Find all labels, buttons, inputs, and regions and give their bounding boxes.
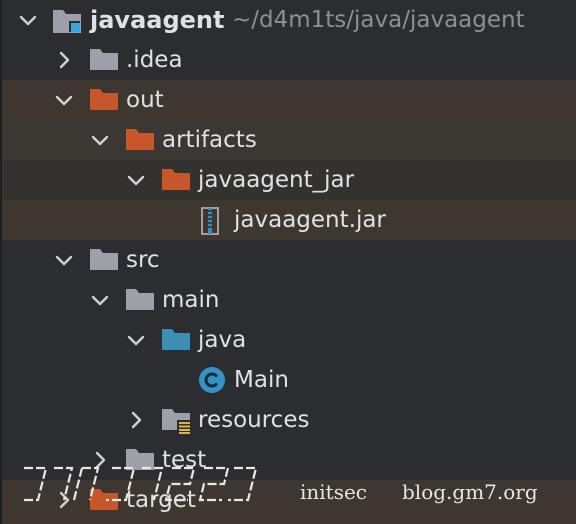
tree-label: main [162,287,220,313]
tree-row-src[interactable]: src [0,240,576,280]
tree-row-javaagent-jar-folder[interactable]: javaagent_jar [0,160,576,200]
watermark-logo [20,458,260,510]
excluded-folder-icon [90,87,118,113]
folder-icon [126,287,154,313]
tree-row-root[interactable]: javaagent ~/d4m1ts/java/javaagent [0,0,576,40]
tree-label: src [126,247,160,273]
tree-row-java[interactable]: java [0,320,576,360]
excluded-folder-icon [126,127,154,153]
chevron-down-icon[interactable] [52,248,76,272]
chevron-down-icon[interactable] [88,128,112,152]
tree-label: .idea [126,47,183,73]
watermark-text-right: blog.gm7.org [402,480,538,504]
panel-edge [0,0,2,524]
resources-folder-icon [162,407,194,434]
tree-row-idea[interactable]: .idea [0,40,576,80]
tree-label: resources [198,407,310,433]
java-class-icon [198,366,226,393]
tree-row-out[interactable]: out [0,80,576,120]
chevron-down-icon[interactable] [124,168,148,192]
tree-label: javaagent_jar [198,167,355,193]
tree-row-javaagent-jar-file[interactable]: javaagent.jar [0,200,576,240]
tree-row-main-class[interactable]: Main [0,360,576,400]
archive-icon [200,207,222,235]
tree-row-resources[interactable]: resources [0,400,576,440]
module-folder-icon [52,7,81,33]
watermark-text-left: initsec [300,480,368,504]
project-tree: javaagent ~/d4m1ts/java/javaagent .idea … [0,0,576,524]
chevron-right-icon[interactable] [52,48,76,72]
chevron-down-icon[interactable] [88,288,112,312]
tree-label: out [126,87,164,113]
tree-row-artifacts[interactable]: artifacts [0,120,576,160]
tree-label: java [198,327,247,353]
chevron-down-icon[interactable] [52,88,76,112]
source-folder-icon [162,327,190,353]
chevron-right-icon[interactable] [124,408,148,432]
tree-label: Main [234,367,289,393]
tree-label: javaagent.jar [234,207,386,233]
tree-label: javaagent [90,6,225,34]
folder-icon [90,47,118,73]
tree-label: artifacts [162,127,257,153]
module-path: ~/d4m1ts/java/javaagent [232,7,525,33]
excluded-folder-icon [162,167,190,193]
folder-icon [90,247,118,273]
chevron-down-icon[interactable] [124,328,148,352]
chevron-down-icon[interactable] [16,8,40,32]
tree-row-main[interactable]: main [0,280,576,320]
